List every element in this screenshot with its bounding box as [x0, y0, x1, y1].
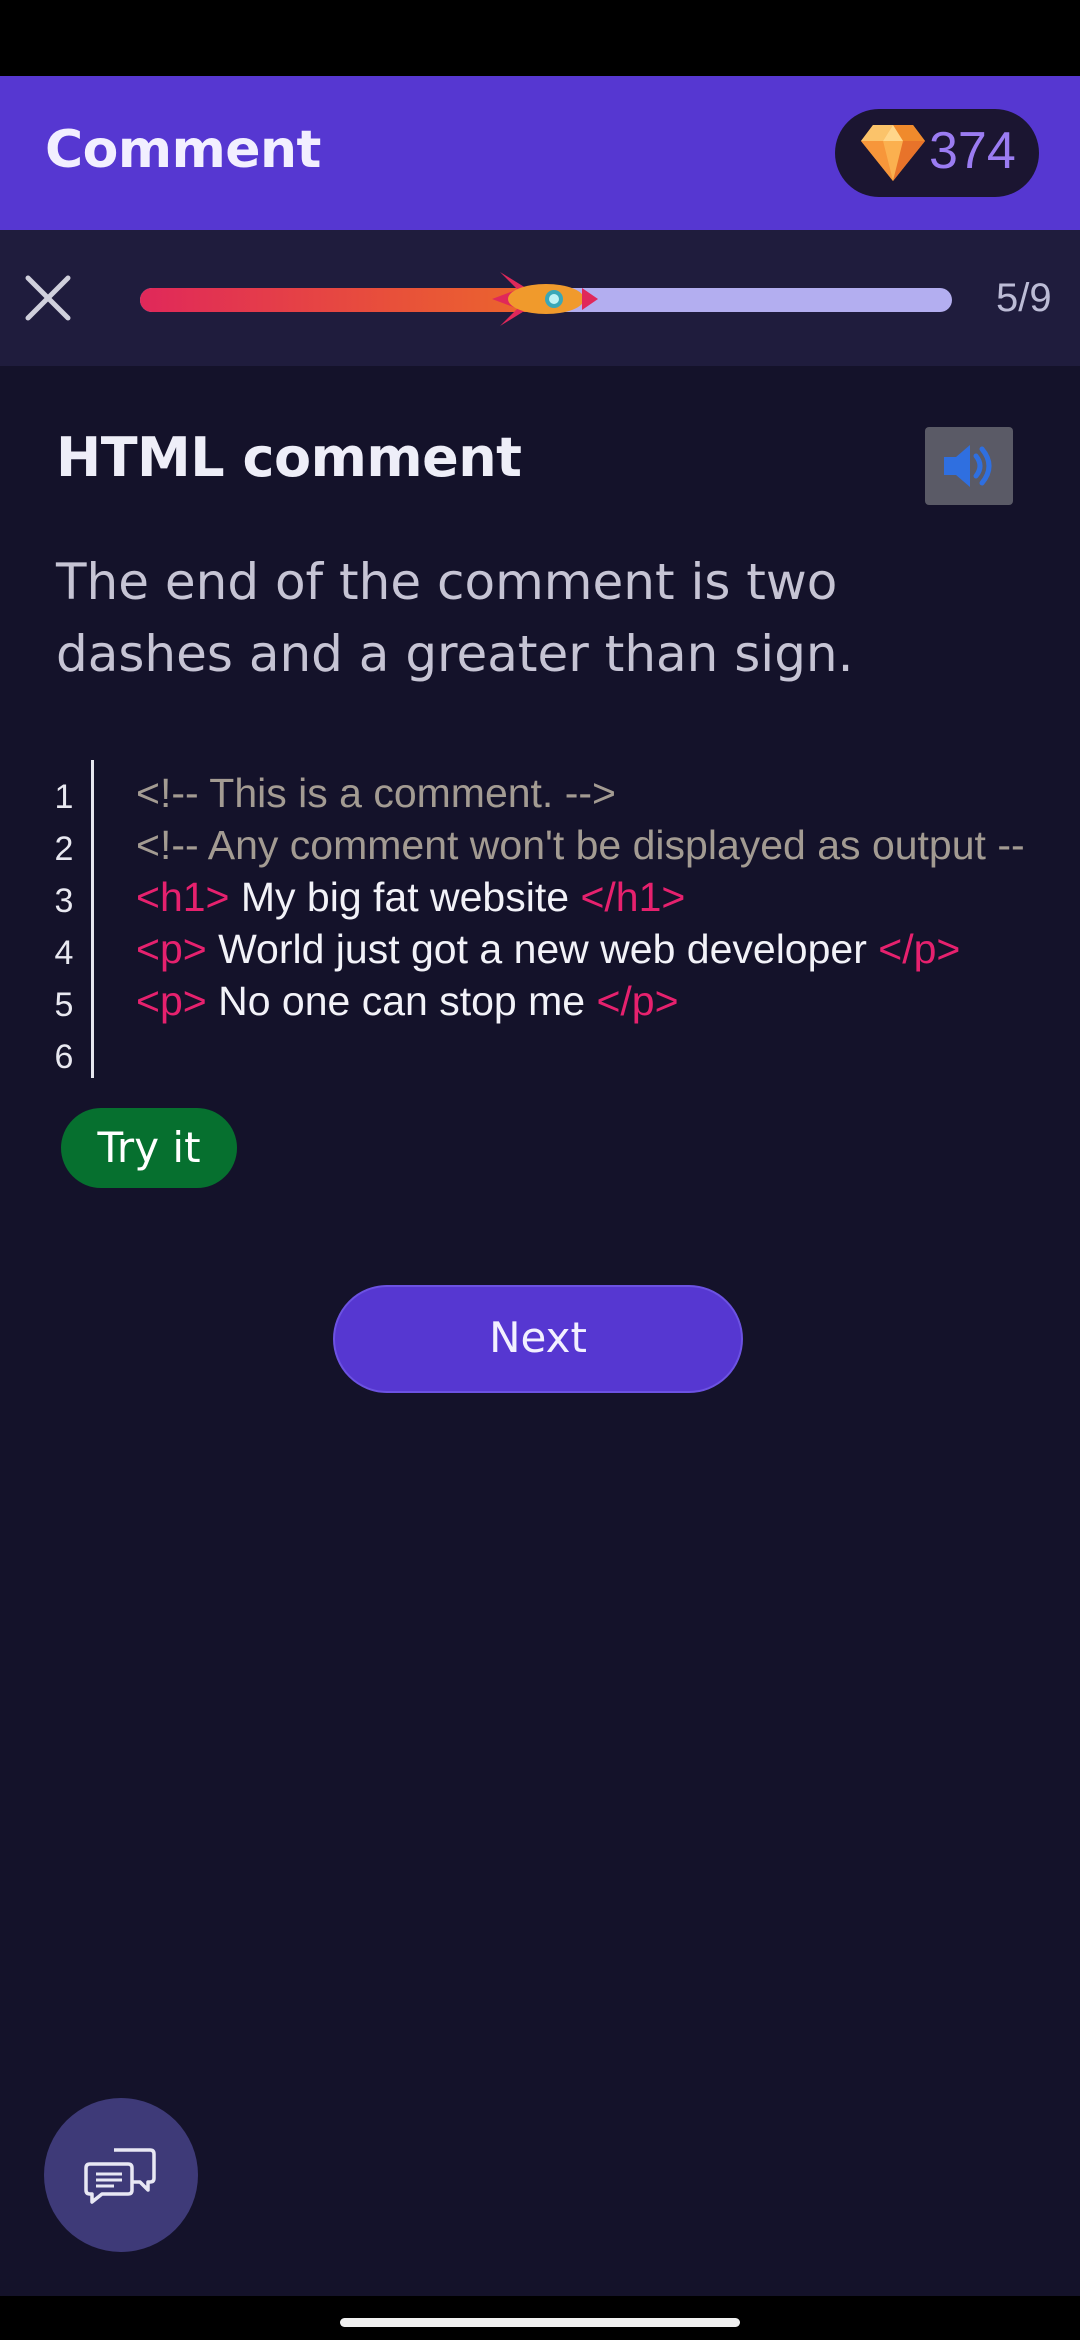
- code-line: <p> World just got a new web developer <…: [136, 926, 1026, 973]
- home-indicator[interactable]: [340, 2318, 740, 2327]
- code-comment: <!-- Any comment won't be displayed as o…: [136, 822, 1026, 868]
- lesson-text: The end of the comment is two dashes and…: [56, 553, 854, 683]
- code-tag: </p>: [596, 978, 679, 1024]
- line-number: 2: [54, 830, 74, 868]
- code-line: <p> No one can stop me </p>: [136, 978, 1026, 1025]
- lesson-progress-bar: 5/9: [0, 230, 1080, 366]
- status-bar: [0, 0, 1080, 76]
- code-line: <!-- This is a comment. -->: [136, 770, 1026, 817]
- discussion-button[interactable]: [44, 2098, 198, 2252]
- step-counter: 5/9: [996, 276, 1052, 320]
- code-text: My big fat website: [229, 874, 581, 920]
- chat-icon: [84, 2148, 156, 2204]
- code-text: World just got a new web developer: [206, 926, 879, 972]
- next-button[interactable]: Next: [333, 1285, 743, 1393]
- app-bar: Comment 374: [0, 76, 1080, 230]
- rocket-icon: [492, 272, 599, 326]
- code-editor: 1 2 3 4 5 6 <!-- This is a comment. --> …: [0, 760, 1080, 1080]
- gutter-divider: [91, 760, 94, 1078]
- gem-icon: [861, 125, 925, 181]
- line-number: 6: [54, 1038, 74, 1076]
- lesson-title: HTML comment: [56, 426, 522, 489]
- code-tag: </p>: [878, 926, 961, 972]
- code-tag: </h1>: [580, 874, 686, 920]
- speaker-icon: [944, 445, 992, 487]
- line-number: 1: [54, 778, 74, 816]
- code-tag: <h1>: [136, 874, 230, 920]
- line-number: 4: [54, 934, 74, 972]
- code-tag: <p>: [136, 926, 207, 972]
- line-number: 3: [54, 882, 74, 920]
- code-line: <!-- Any comment won't be displayed as o…: [136, 822, 1026, 869]
- gems-counter[interactable]: 374: [835, 109, 1039, 197]
- gems-count: 374: [929, 122, 1016, 180]
- page-title: Comment: [45, 120, 321, 180]
- close-icon[interactable]: [22, 272, 74, 324]
- code-comment: <!-- This is a comment. -->: [136, 770, 616, 816]
- code-text: No one can stop me: [206, 978, 597, 1024]
- line-number: 5: [54, 986, 74, 1024]
- code-line: <h1> My big fat website </h1>: [136, 874, 1026, 921]
- code-tag: <p>: [136, 978, 207, 1024]
- audio-button[interactable]: [925, 427, 1013, 505]
- try-it-button[interactable]: Try it: [61, 1108, 237, 1188]
